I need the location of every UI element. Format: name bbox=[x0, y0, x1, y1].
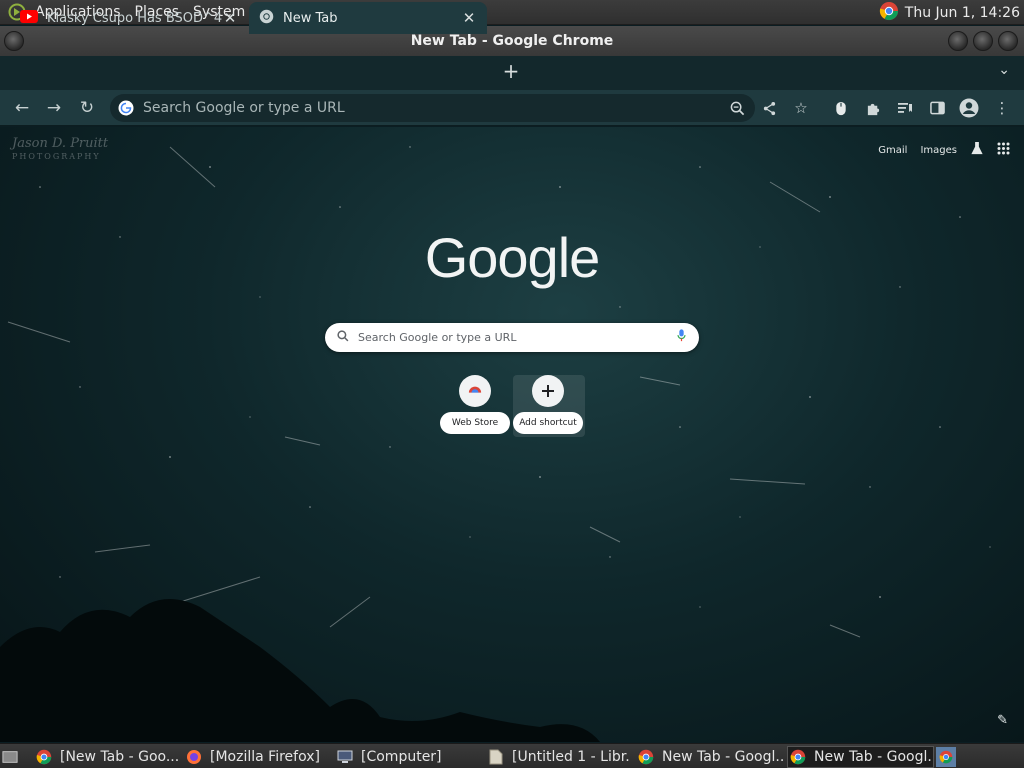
taskbar-item[interactable]: [New Tab - Goo... bbox=[36, 746, 181, 768]
taskbar-item-label: New Tab - Googl... bbox=[662, 749, 783, 765]
mouse-extension-icon[interactable] bbox=[830, 97, 852, 119]
customize-pencil-icon[interactable]: ✎ bbox=[997, 713, 1008, 728]
profile-avatar-icon[interactable] bbox=[958, 97, 980, 119]
search-box[interactable]: Search Google or type a URL bbox=[325, 323, 699, 352]
chrome-icon bbox=[36, 749, 52, 765]
minimize-button[interactable] bbox=[948, 31, 968, 51]
clock[interactable]: Thu Jun 1, 14:26 bbox=[905, 5, 1020, 21]
close-window-button[interactable] bbox=[998, 31, 1018, 51]
computer-icon bbox=[337, 749, 353, 765]
images-link[interactable]: Images bbox=[920, 145, 957, 156]
reload-icon[interactable]: ↻ bbox=[75, 96, 99, 120]
top-links: Gmail Images bbox=[878, 141, 1010, 160]
new-tab-button[interactable]: + bbox=[499, 60, 523, 84]
window-title: New Tab - Google Chrome bbox=[410, 33, 614, 49]
youtube-icon bbox=[20, 9, 38, 27]
shortcut-label: Web Store bbox=[440, 412, 510, 434]
new-tab-page: Jason D. Pruitt PHOTOGRAPHY Gmail Images… bbox=[0, 127, 1024, 742]
desktop-icon bbox=[2, 749, 18, 765]
side-panel-icon[interactable] bbox=[926, 97, 948, 119]
shortcut-add[interactable]: Add shortcut bbox=[513, 375, 585, 437]
watermark-name: Jason D. Pruitt bbox=[12, 136, 109, 151]
taskbar-item[interactable]: New Tab - Googl... bbox=[638, 746, 783, 768]
close-tab-icon[interactable]: ✕ bbox=[461, 9, 477, 27]
chrome-icon bbox=[790, 749, 806, 765]
taskbar-item[interactable]: [Untitled 1 - Libr... bbox=[488, 746, 630, 768]
zoom-icon[interactable] bbox=[726, 97, 748, 119]
chrome-tray-icon[interactable] bbox=[879, 1, 899, 25]
plus-icon bbox=[532, 375, 564, 407]
taskbar-item-label: [Computer] bbox=[361, 749, 442, 765]
extensions-puzzle-icon[interactable] bbox=[862, 97, 884, 119]
apps-grid-icon[interactable] bbox=[997, 142, 1010, 159]
labs-flask-icon[interactable] bbox=[970, 141, 984, 160]
taskbar-item-label: [Mozilla Firefox] bbox=[210, 749, 320, 765]
starfield-background bbox=[0, 146, 991, 742]
taskbar-item-label: [Untitled 1 - Libr... bbox=[512, 749, 630, 765]
address-bar-placeholder: Search Google or type a URL bbox=[143, 100, 345, 116]
shortcut-web-store[interactable]: Web Store bbox=[440, 375, 512, 437]
taskbar-item-label: New Tab - Googl... bbox=[814, 749, 934, 765]
address-bar[interactable]: Search Google or type a URL bbox=[110, 94, 755, 122]
firefox-icon bbox=[186, 749, 202, 765]
taskbar-item[interactable]: [Computer] bbox=[337, 746, 482, 768]
google-g-icon bbox=[118, 100, 134, 116]
search-placeholder: Search Google or type a URL bbox=[358, 331, 517, 344]
close-tab-icon[interactable]: ✕ bbox=[222, 9, 238, 27]
browser-toolbar: ← → ↻ Search Google or type a URL ☆ ⋮ bbox=[0, 90, 1024, 126]
document-icon bbox=[488, 749, 504, 765]
maximize-button[interactable] bbox=[973, 31, 993, 51]
tab-youtube[interactable]: Klasky Csupo Has BSOD^41 - ✕ bbox=[10, 2, 248, 34]
tab-search-chevron-icon[interactable]: ⌄ bbox=[998, 62, 1010, 78]
window-menu-button[interactable] bbox=[4, 31, 24, 51]
watermark-subtitle: PHOTOGRAPHY bbox=[12, 152, 101, 161]
microphone-icon[interactable] bbox=[677, 329, 686, 346]
show-desktop-button[interactable] bbox=[2, 746, 24, 768]
more-menu-icon[interactable]: ⋮ bbox=[991, 97, 1013, 119]
share-icon[interactable] bbox=[758, 97, 780, 119]
workspace-switcher[interactable] bbox=[936, 746, 958, 768]
bookmark-star-icon[interactable]: ☆ bbox=[790, 97, 812, 119]
tab-title: New Tab bbox=[283, 10, 338, 26]
photographer-watermark: Jason D. Pruitt PHOTOGRAPHY bbox=[12, 137, 108, 163]
taskbar-item-label: [New Tab - Goo... bbox=[60, 749, 180, 765]
reading-list-icon[interactable] bbox=[894, 97, 916, 119]
gmail-link[interactable]: Gmail bbox=[878, 145, 907, 156]
google-logo: Google bbox=[424, 226, 601, 289]
web-store-icon bbox=[459, 375, 491, 407]
chrome-icon bbox=[638, 749, 654, 765]
back-arrow-icon[interactable]: ← bbox=[10, 96, 34, 120]
tab-new-tab[interactable]: New Tab ✕ bbox=[249, 2, 487, 34]
shortcut-label: Add shortcut bbox=[513, 412, 583, 434]
chrome-icon bbox=[259, 9, 274, 28]
search-icon bbox=[337, 329, 349, 346]
taskbar-item[interactable]: [Mozilla Firefox] bbox=[186, 746, 326, 768]
taskbar-item-active[interactable]: New Tab - Googl... bbox=[787, 746, 934, 768]
taskbar: [New Tab - Goo... [Mozilla Firefox] [Com… bbox=[0, 743, 1024, 768]
chrome-workspace-icon bbox=[936, 747, 956, 767]
forward-arrow-icon[interactable]: → bbox=[42, 96, 66, 120]
tab-title: Klasky Csupo Has BSOD^41 - bbox=[47, 10, 222, 26]
